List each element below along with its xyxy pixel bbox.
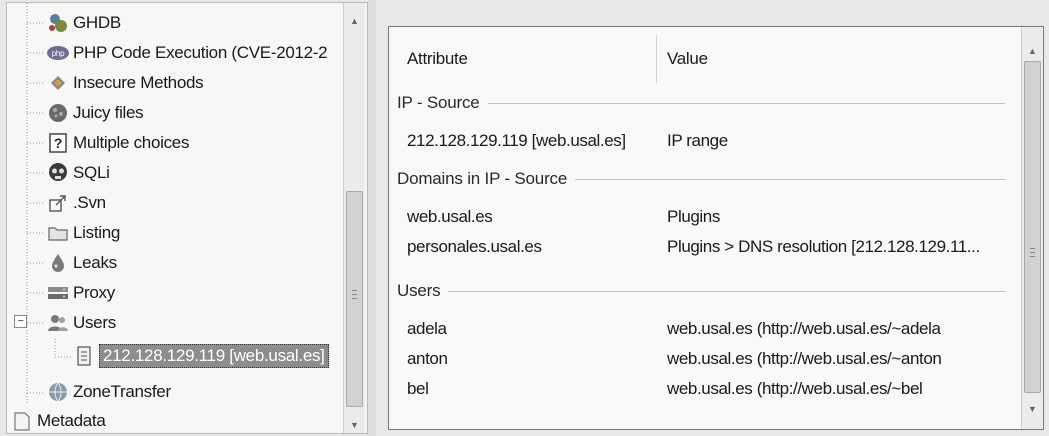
column-header-attribute[interactable]: Attribute xyxy=(407,49,468,69)
value-cell: web.usal.es (http://web.usal.es/~anton xyxy=(667,349,942,368)
proxy-icon xyxy=(45,280,71,306)
tree-item-juicy-files[interactable]: Juicy files xyxy=(7,98,347,128)
tree-item-label: Leaks xyxy=(73,253,117,272)
tree-item-metadata[interactable]: Metadata xyxy=(7,406,347,433)
column-separator[interactable] xyxy=(656,35,657,83)
attribute-cell: bel xyxy=(407,379,429,398)
tree-item-users[interactable]: − Users xyxy=(7,308,347,338)
scroll-up-arrow-icon[interactable]: ▲ xyxy=(1022,43,1043,59)
attribute-cell: web.usal.es xyxy=(407,207,493,226)
value-cell: web.usal.es (http://web.usal.es/~bel xyxy=(667,379,923,398)
svg-text:?: ? xyxy=(54,135,62,151)
tree-item-label: Juicy files xyxy=(73,103,144,122)
group-title: Users xyxy=(397,281,441,300)
tree-item-label: Metadata xyxy=(37,411,106,430)
leaks-icon xyxy=(45,250,71,276)
skull-icon xyxy=(45,160,71,186)
group-title: IP - Source xyxy=(397,93,480,112)
scrollbar-thumb[interactable] xyxy=(346,191,363,407)
scroll-down-arrow-icon[interactable]: ▼ xyxy=(344,417,365,433)
tree-item-zonetransfer[interactable]: ZoneTransfer xyxy=(7,377,347,407)
tree-item-proxy[interactable]: Proxy xyxy=(7,278,347,308)
group-header-domains: Domains in IP - Source xyxy=(397,167,1005,191)
collapse-icon[interactable]: − xyxy=(14,315,27,328)
tree-item-label: .Svn xyxy=(73,193,106,212)
scroll-up-arrow-icon[interactable]: ▲ xyxy=(344,13,365,29)
tree-item-label: GHDB xyxy=(73,13,121,32)
attribute-cell: personales.usal.es xyxy=(407,237,542,256)
tree-item-user-ip[interactable]: 212.128.129.119 [web.usal.es] xyxy=(7,341,347,371)
tree-view[interactable]: GHDB php PHP Code Execution (CVE-2012-2 … xyxy=(6,2,368,434)
users-icon xyxy=(45,310,71,336)
value-cell: IP range xyxy=(667,131,728,150)
tree-item-label: Users xyxy=(73,313,116,332)
list-row[interactable]: personales.usal.es Plugins > DNS resolut… xyxy=(389,233,1021,261)
tree-item-label: Insecure Methods xyxy=(73,73,204,92)
tree-item-insecure-methods[interactable]: Insecure Methods xyxy=(7,68,347,98)
value-cell: web.usal.es (http://web.usal.es/~adela xyxy=(667,319,941,338)
list-header: Attribute Value xyxy=(389,27,1021,89)
value-cell: Plugins > DNS resolution [212.128.129.11… xyxy=(667,237,980,256)
svn-icon xyxy=(45,190,71,216)
tree-item-ghdb[interactable]: GHDB xyxy=(7,8,347,38)
tree-item-label: PHP Code Execution (CVE-2012-2 xyxy=(73,43,328,62)
attribute-cell: adela xyxy=(407,319,447,338)
folder-icon xyxy=(45,220,71,246)
list-row[interactable]: bel web.usal.es (http://web.usal.es/~bel xyxy=(389,375,1021,403)
pane-splitter[interactable] xyxy=(368,0,376,436)
tree-item-label: Proxy xyxy=(73,283,115,302)
group-title: Domains in IP - Source xyxy=(397,169,568,188)
tree-item-leaks[interactable]: Leaks xyxy=(7,248,347,278)
list-row[interactable]: anton web.usal.es (http://web.usal.es/~a… xyxy=(389,345,1021,373)
tree-item-label: Multiple choices xyxy=(73,133,190,152)
list-row[interactable]: 212.128.129.119 [web.usal.es] IP range xyxy=(389,127,1021,155)
group-divider xyxy=(575,178,1005,180)
list-row[interactable]: web.usal.es Plugins xyxy=(389,203,1021,231)
document-icon xyxy=(71,343,97,369)
insecure-methods-icon xyxy=(45,70,71,96)
svg-text:php: php xyxy=(52,49,65,58)
column-header-value[interactable]: Value xyxy=(667,49,708,69)
ghdb-icon xyxy=(45,10,71,36)
group-header-ip-source: IP - Source xyxy=(397,91,1005,115)
question-icon: ? xyxy=(45,130,71,156)
value-cell: Plugins xyxy=(667,207,720,226)
scrollbar-thumb[interactable] xyxy=(1024,61,1041,393)
tree-item-svn[interactable]: .Svn xyxy=(7,188,347,218)
group-divider xyxy=(487,102,1005,104)
group-divider xyxy=(448,290,1005,292)
attribute-list-view[interactable]: Attribute Value IP - Source 212.128.129.… xyxy=(388,26,1044,430)
php-icon: php xyxy=(45,40,71,66)
tree-item-label: Listing xyxy=(73,223,121,242)
tree-item-label: 212.128.129.119 [web.usal.es] xyxy=(99,344,329,368)
zonetransfer-icon xyxy=(45,379,71,405)
metadata-icon xyxy=(9,408,35,433)
scroll-down-arrow-icon[interactable]: ▼ xyxy=(1022,401,1043,417)
attribute-cell: 212.128.129.119 [web.usal.es] xyxy=(407,131,626,150)
tree-item-sqli[interactable]: SQLi xyxy=(7,158,347,188)
tree-item-label: SQLi xyxy=(73,163,110,182)
tree-scrollbar[interactable]: ▲ ▼ xyxy=(343,3,365,433)
tree-item-label: ZoneTransfer xyxy=(73,382,171,401)
list-scrollbar[interactable]: ▲ ▼ xyxy=(1021,27,1043,429)
tree-item-php-code-execution[interactable]: php PHP Code Execution (CVE-2012-2 xyxy=(7,38,347,68)
list-row[interactable]: adela web.usal.es (http://web.usal.es/~a… xyxy=(389,315,1021,343)
tree-item-multiple-choices[interactable]: ? Multiple choices xyxy=(7,128,347,158)
attribute-cell: anton xyxy=(407,349,448,368)
group-header-users: Users xyxy=(397,279,1005,303)
foca-window: GHDB php PHP Code Execution (CVE-2012-2 … xyxy=(0,0,1049,436)
tree-item-listing[interactable]: Listing xyxy=(7,218,347,248)
juicy-files-icon xyxy=(45,100,71,126)
